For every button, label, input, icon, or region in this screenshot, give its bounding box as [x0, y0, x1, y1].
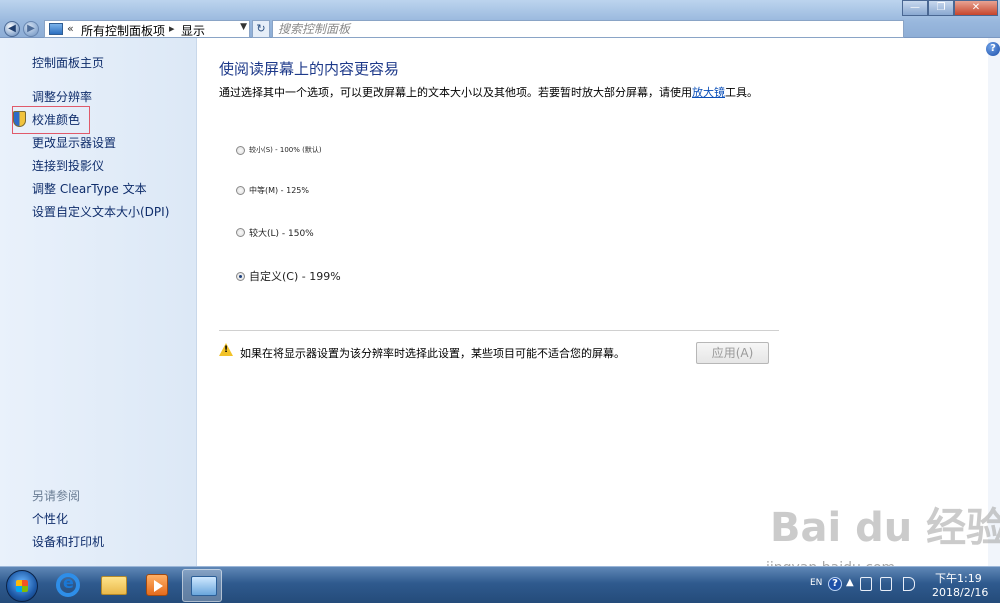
minimize-button[interactable]: — — [902, 0, 928, 16]
taskbar-internet-explorer[interactable] — [48, 569, 88, 602]
folder-icon — [101, 576, 127, 595]
address-dropdown-icon[interactable]: ▼ — [240, 22, 247, 32]
clock-date[interactable]: 2018/2/16 — [932, 586, 988, 599]
tray-help-icon[interactable]: ? — [828, 577, 842, 591]
warning-text: 如果在将显示器设置为该分辨率时选择此设置，某些项目可能不适合您的屏幕。 — [240, 347, 625, 360]
option-custom-label: 自定义(C) - 199% — [249, 270, 341, 283]
help-icon[interactable]: ? — [986, 42, 1000, 56]
sidebar-item-connect-projector[interactable]: 连接到投影仪 — [32, 157, 104, 174]
search-input[interactable]: 搜索控制面板 — [272, 20, 904, 38]
page-title: 使阅读屏幕上的内容更容易 — [219, 60, 400, 78]
title-bar: ◀ ▶ « 所有控制面板项 ▸ 显示 ▼ ↻ 搜索控制面板 — ❐ ✕ — [0, 0, 1000, 38]
taskbar-media-player[interactable] — [137, 569, 177, 602]
option-medium-label: 中等(M) - 125% — [249, 186, 309, 195]
breadcrumb-all-items[interactable]: 所有控制面板项 — [81, 22, 165, 39]
scrollbar[interactable] — [988, 38, 1000, 566]
radio-custom[interactable] — [236, 271, 245, 281]
radio-smaller[interactable] — [236, 145, 245, 155]
sidebar-item-devices-printers[interactable]: 设备和打印机 — [32, 533, 104, 550]
option-medium[interactable]: 中等(M) - 125% — [236, 185, 309, 196]
baidu-watermark-logo: Bai du 经验 — [770, 505, 1000, 551]
forward-button[interactable]: ▶ — [23, 21, 39, 37]
divider — [219, 330, 779, 331]
sidebar-item-change-display-settings[interactable]: 更改显示器设置 — [32, 134, 116, 151]
media-player-icon — [146, 574, 168, 596]
breadcrumb-arrow-icon[interactable]: ▸ — [169, 22, 175, 35]
battery-icon[interactable] — [860, 577, 872, 591]
taskbar-control-panel[interactable] — [182, 569, 222, 602]
language-indicator[interactable]: EN — [810, 578, 822, 588]
clock-time[interactable]: 下午1:19 — [935, 570, 982, 586]
address-bar[interactable]: « 所有控制面板项 ▸ 显示 ▼ — [44, 20, 250, 38]
sidebar-item-calibrate-color[interactable]: 校准颜色 — [32, 111, 80, 128]
main-content — [198, 38, 988, 566]
warning-exclamation-icon: ! — [224, 345, 229, 355]
taskbar-file-explorer[interactable] — [93, 569, 133, 602]
breadcrumb-separator-icon[interactable]: « — [67, 22, 74, 35]
breadcrumb-display[interactable]: 显示 — [181, 22, 205, 39]
radio-medium[interactable] — [236, 186, 245, 195]
volume-icon[interactable] — [903, 577, 915, 591]
option-smaller[interactable]: 较小(S) - 100% (默认) — [236, 145, 322, 155]
internet-explorer-icon — [56, 573, 80, 597]
description-text: 通过选择其中一个选项，可以更改屏幕上的文本大小以及其他项。若要暂时放大部分屏幕，… — [219, 86, 692, 99]
network-icon[interactable] — [880, 577, 892, 591]
page-description: 通过选择其中一个选项，可以更改屏幕上的文本大小以及其他项。若要暂时放大部分屏幕，… — [219, 84, 779, 101]
back-button[interactable]: ◀ — [4, 21, 20, 37]
sidebar-item-personalization[interactable]: 个性化 — [32, 510, 68, 527]
uac-shield-icon — [13, 111, 26, 127]
close-button[interactable]: ✕ — [954, 0, 998, 16]
option-larger[interactable]: 较大(L) - 150% — [236, 226, 314, 239]
sidebar-item-cleartype[interactable]: 调整 ClearType 文本 — [32, 180, 147, 197]
option-smaller-label: 较小(S) - 100% (默认) — [249, 146, 322, 154]
tray-expand-icon[interactable]: ▲ — [846, 577, 854, 588]
magnifier-link[interactable]: 放大镜 — [692, 86, 725, 99]
description-text-end: 工具。 — [725, 86, 758, 99]
start-button[interactable] — [6, 570, 38, 602]
sidebar-item-adjust-resolution[interactable]: 调整分辨率 — [32, 88, 92, 105]
see-also-heading: 另请参阅 — [32, 489, 81, 503]
apply-button[interactable]: 应用(A) — [696, 342, 769, 364]
sidebar-item-control-panel-home[interactable]: 控制面板主页 — [32, 54, 104, 71]
control-panel-icon — [49, 23, 63, 35]
option-custom[interactable]: 自定义(C) - 199% — [236, 268, 341, 284]
control-panel-window-icon — [191, 576, 217, 596]
radio-larger[interactable] — [236, 228, 245, 237]
sidebar-item-custom-dpi[interactable]: 设置自定义文本大小(DPI) — [32, 203, 169, 220]
taskbar: EN ? ▲ 下午1:19 2018/2/16 — [0, 566, 1000, 603]
restore-button[interactable]: ❐ — [928, 0, 954, 16]
window-controls: — ❐ ✕ — [902, 0, 998, 16]
option-larger-label: 较大(L) - 150% — [249, 229, 314, 239]
refresh-button[interactable]: ↻ — [252, 20, 270, 38]
